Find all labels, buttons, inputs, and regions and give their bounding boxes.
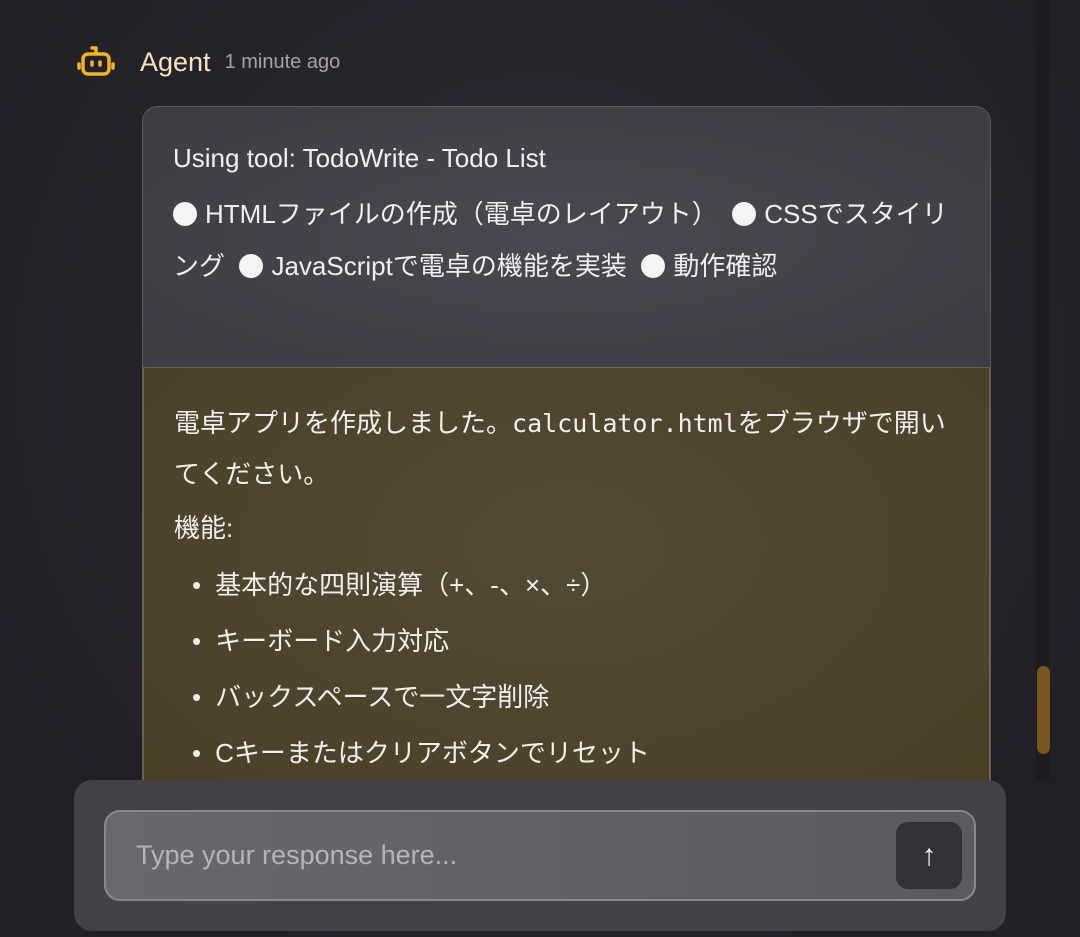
tool-use-block: Using tool: TodoWrite - Todo List HTMLファ… (143, 107, 990, 368)
scrollbar-track[interactable] (1036, 0, 1050, 780)
robot-icon (77, 46, 115, 76)
send-button[interactable]: ↑ (896, 822, 962, 889)
scrollbar-thumb[interactable] (1037, 666, 1050, 754)
circle-icon (641, 254, 666, 278)
list-item: バックスペースで一文字削除 (192, 669, 959, 725)
list-item: キーボード入力対応 (192, 613, 959, 669)
tool-title: Using tool: TodoWrite - Todo List (173, 143, 546, 173)
message-intro: 電卓アプリを作成しました。calculator.htmlをブラウザで開いてくださ… (174, 398, 959, 499)
features-list: 基本的な四則演算（+、-、×、÷） キーボード入力対応 バックスペースで一文字削… (174, 557, 959, 781)
todo-item: 動作確認 (673, 251, 778, 281)
agent-message: 電卓アプリを作成しました。calculator.htmlをブラウザで開いてくださ… (143, 368, 990, 805)
list-item: Cキーまたはクリアボタンでリセット (192, 725, 959, 781)
circle-icon (239, 254, 264, 278)
circle-icon (732, 202, 757, 226)
author-name: Agent (140, 46, 211, 77)
todo-item: HTMLファイルの作成（電卓のレイアウト） (205, 199, 718, 229)
timestamp: 1 minute ago (224, 50, 341, 73)
circle-icon (173, 202, 197, 226)
filename: calculator.html (512, 409, 738, 438)
composer: ↑ (74, 780, 1006, 931)
todo-list: HTMLファイルの作成（電卓のレイアウト） CSSでスタイリング JavaScr… (173, 188, 960, 292)
todo-item: JavaScriptで電卓の機能を実装 (271, 251, 627, 281)
list-item: 基本的な四則演算（+、-、×、÷） (192, 557, 959, 613)
arrow-up-icon: ↑ (921, 838, 937, 872)
intro-text: 電卓アプリを作成しました。 (174, 408, 513, 438)
response-input-wrapper: ↑ (104, 810, 976, 901)
features-label: 機能: (174, 513, 234, 543)
response-input[interactable] (136, 812, 876, 899)
message-card: Using tool: TodoWrite - Todo List HTMLファ… (142, 106, 991, 806)
message-header: Agent 1 minute ago (76, 42, 340, 82)
